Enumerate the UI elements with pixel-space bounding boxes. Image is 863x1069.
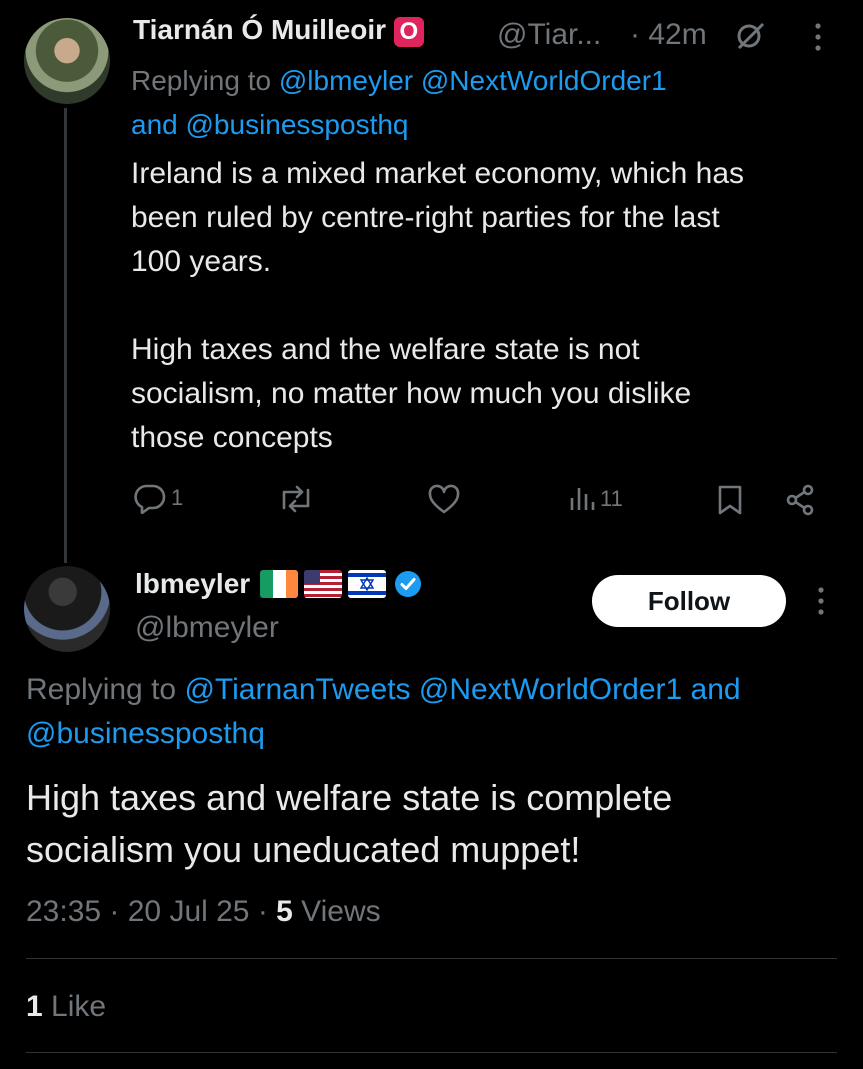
reply-icon: [133, 482, 167, 514]
reply-time[interactable]: · 42m: [630, 13, 707, 57]
reply-body-line: those concepts: [131, 421, 333, 454]
main-handle[interactable]: @lbmeyler: [135, 606, 279, 650]
reply-author-name[interactable]: Tiarnán Ó Muilleoir O: [133, 14, 424, 47]
views-label: Views: [292, 895, 381, 928]
views-button[interactable]: 11: [568, 484, 623, 514]
repost-button[interactable]: [276, 484, 316, 514]
main-body-line: High taxes and welfare state is complete: [26, 777, 673, 818]
divider: [26, 1052, 837, 1053]
divider: [26, 958, 837, 959]
views-count: 11: [600, 486, 623, 511]
main-meta: 23:35 · 20 Jul 25 · 5 Views: [26, 890, 381, 934]
likes-label: Like: [42, 990, 107, 1023]
timestamp[interactable]: 23:35 · 20 Jul 25 ·: [26, 895, 276, 928]
main-author-name[interactable]: lbmeyler: [135, 568, 422, 600]
reply-button[interactable]: 1: [133, 482, 183, 514]
reply-body-line: been ruled by centre-right parties for t…: [131, 201, 720, 234]
main-display-name: lbmeyler: [135, 568, 251, 599]
reply-display-name: Tiarnán Ó Muilleoir: [133, 14, 387, 45]
replying-mentions-2[interactable]: @businessposthq: [26, 717, 265, 750]
like-icon: [427, 484, 461, 516]
reply-body-line: High taxes and the welfare state is not: [131, 333, 640, 366]
reply-count: 1: [171, 485, 184, 510]
share-button[interactable]: [784, 484, 816, 516]
repost-icon: [276, 484, 316, 514]
reply-body-line: 100 years.: [131, 245, 272, 278]
replying-prefix: Replying to: [131, 65, 272, 96]
like-button[interactable]: [427, 484, 461, 516]
replying-mentions-1[interactable]: @lbmeyler @NextWorldOrder1: [279, 65, 667, 96]
usa-flag-icon: [304, 570, 343, 598]
reply-body: Ireland is a mixed market economy, which…: [131, 152, 851, 460]
replying-mentions-2[interactable]: @businessposthq: [186, 109, 409, 140]
avatar-tiarnan[interactable]: [24, 18, 110, 104]
follow-button[interactable]: Follow: [592, 575, 786, 627]
reply-body-line: Ireland is a mixed market economy, which…: [131, 157, 745, 190]
reply-body-line: socialism, no matter how much you dislik…: [131, 377, 692, 410]
main-replying-to: Replying to @TiarnanTweets @NextWorldOrd…: [26, 668, 846, 756]
views-icon: [568, 484, 598, 514]
replying-and: and: [690, 673, 741, 706]
o-badge-icon: O: [393, 16, 424, 47]
reply-body-gap: [131, 284, 851, 328]
verified-icon: [394, 570, 422, 598]
mute-icon[interactable]: [735, 20, 767, 52]
likes-count: 1: [26, 990, 43, 1023]
reply-replying-to: Replying to @lbmeyler @NextWorldOrder1 a…: [131, 59, 851, 147]
main-body: High taxes and welfare state is complete…: [26, 772, 846, 876]
replying-and: and: [131, 109, 178, 140]
reply-handle[interactable]: @Tiar...: [497, 13, 601, 57]
israel-flag-icon: [348, 570, 387, 598]
replying-prefix: Replying to: [26, 673, 177, 706]
replying-mentions-1[interactable]: @TiarnanTweets @NextWorldOrder1: [184, 673, 682, 706]
thread-connector-line: [64, 108, 67, 563]
ireland-flag-icon: [260, 570, 299, 598]
likes-summary[interactable]: 1 Like: [26, 985, 106, 1029]
avatar-lbmeyler[interactable]: [24, 566, 110, 652]
share-icon: [784, 484, 816, 516]
bookmark-icon: [716, 484, 744, 516]
more-icon[interactable]: [812, 22, 824, 52]
more-icon[interactable]: [815, 586, 827, 616]
views-count: 5: [276, 895, 293, 928]
main-body-line: socialism you uneducated muppet!: [26, 829, 581, 870]
bookmark-button[interactable]: [716, 484, 744, 516]
